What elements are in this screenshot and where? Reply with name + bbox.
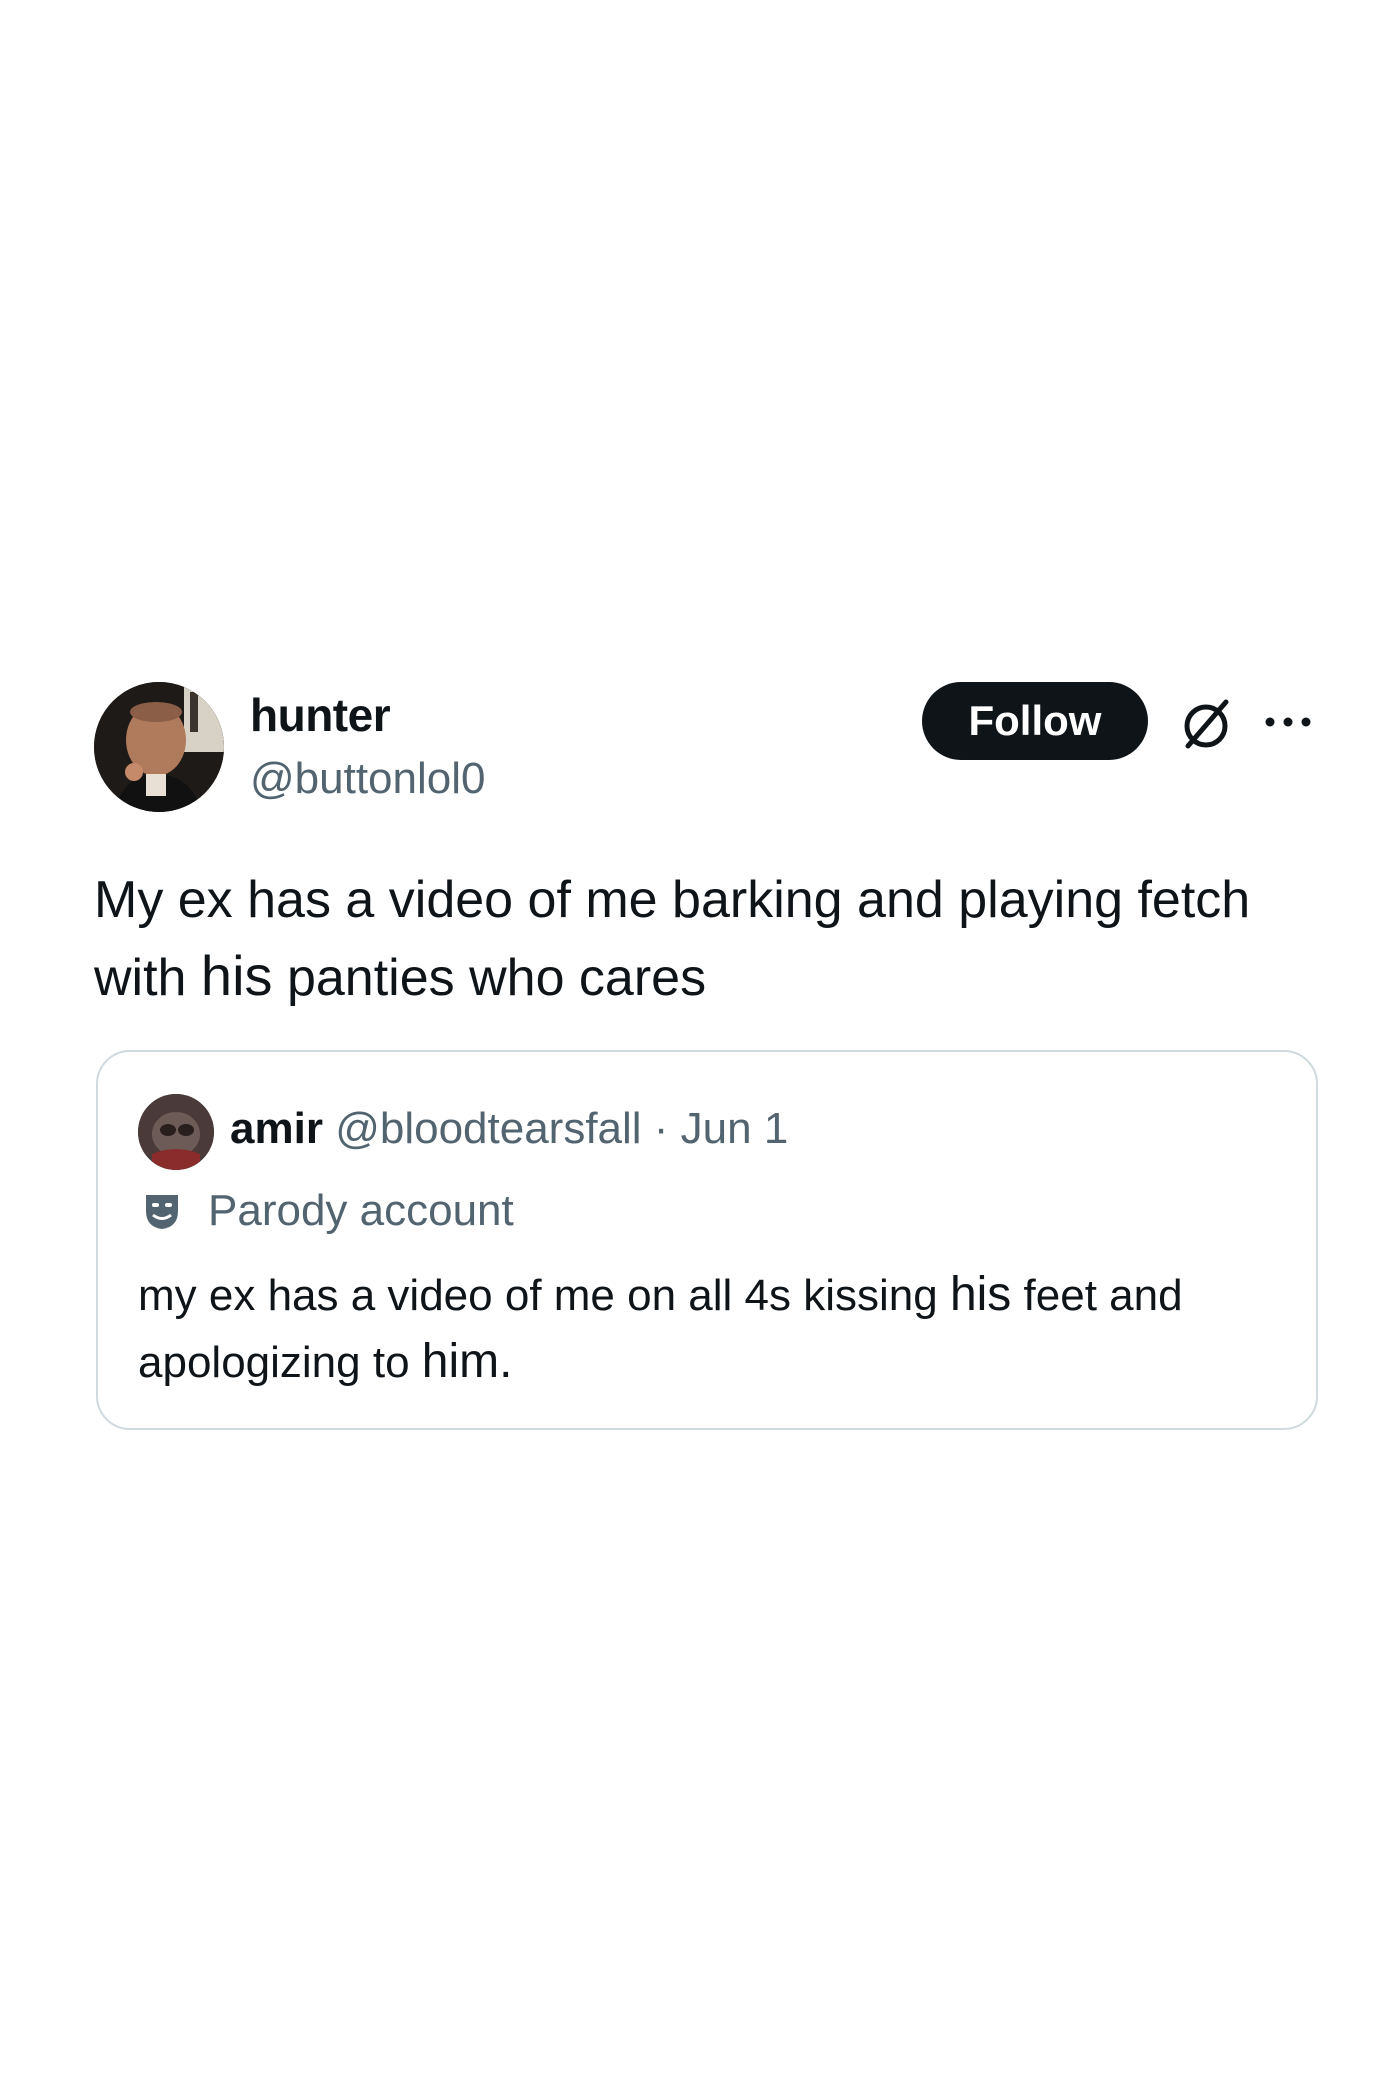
parody-badge-label: Parody account xyxy=(208,1186,514,1235)
author-display-name[interactable]: hunter xyxy=(250,688,391,742)
tweet-text-emphasis: his xyxy=(200,944,273,1007)
tweet-page: hunter @buttonlol0 Follow My ex has a vi… xyxy=(0,0,1400,2100)
more-icon[interactable] xyxy=(1262,710,1314,734)
quote-author-name[interactable]: amir xyxy=(230,1104,323,1153)
parody-badge: Parody account xyxy=(138,1186,514,1236)
tweet-text: My ex has a video of me barking and play… xyxy=(94,862,1314,1016)
quote-text: my ex has a video of me on all 4s kissin… xyxy=(138,1262,1288,1396)
author-handle[interactable]: @buttonlol0 xyxy=(250,754,486,804)
quote-header: amir @bloodtearsfall · Jun 1 xyxy=(230,1104,788,1154)
theater-mask-icon xyxy=(146,1195,178,1229)
quote-text-emphasis: him. xyxy=(421,1335,513,1388)
quote-avatar-image xyxy=(138,1094,214,1170)
tweet-text-part: panties who cares xyxy=(272,949,707,1007)
grok-icon[interactable] xyxy=(1178,696,1234,752)
author-avatar[interactable] xyxy=(94,682,224,812)
quote-text-part: my ex has a video of me on all 4s kissin… xyxy=(138,1271,950,1320)
quote-author-avatar[interactable] xyxy=(138,1094,214,1170)
quoted-tweet-card[interactable]: amir @bloodtearsfall · Jun 1 Parody acco… xyxy=(96,1050,1318,1430)
follow-button[interactable]: Follow xyxy=(922,682,1148,760)
author-avatar-image xyxy=(94,682,224,812)
quote-handle-date: @bloodtearsfall · Jun 1 xyxy=(335,1104,789,1153)
quote-text-emphasis: his xyxy=(949,1268,1012,1321)
